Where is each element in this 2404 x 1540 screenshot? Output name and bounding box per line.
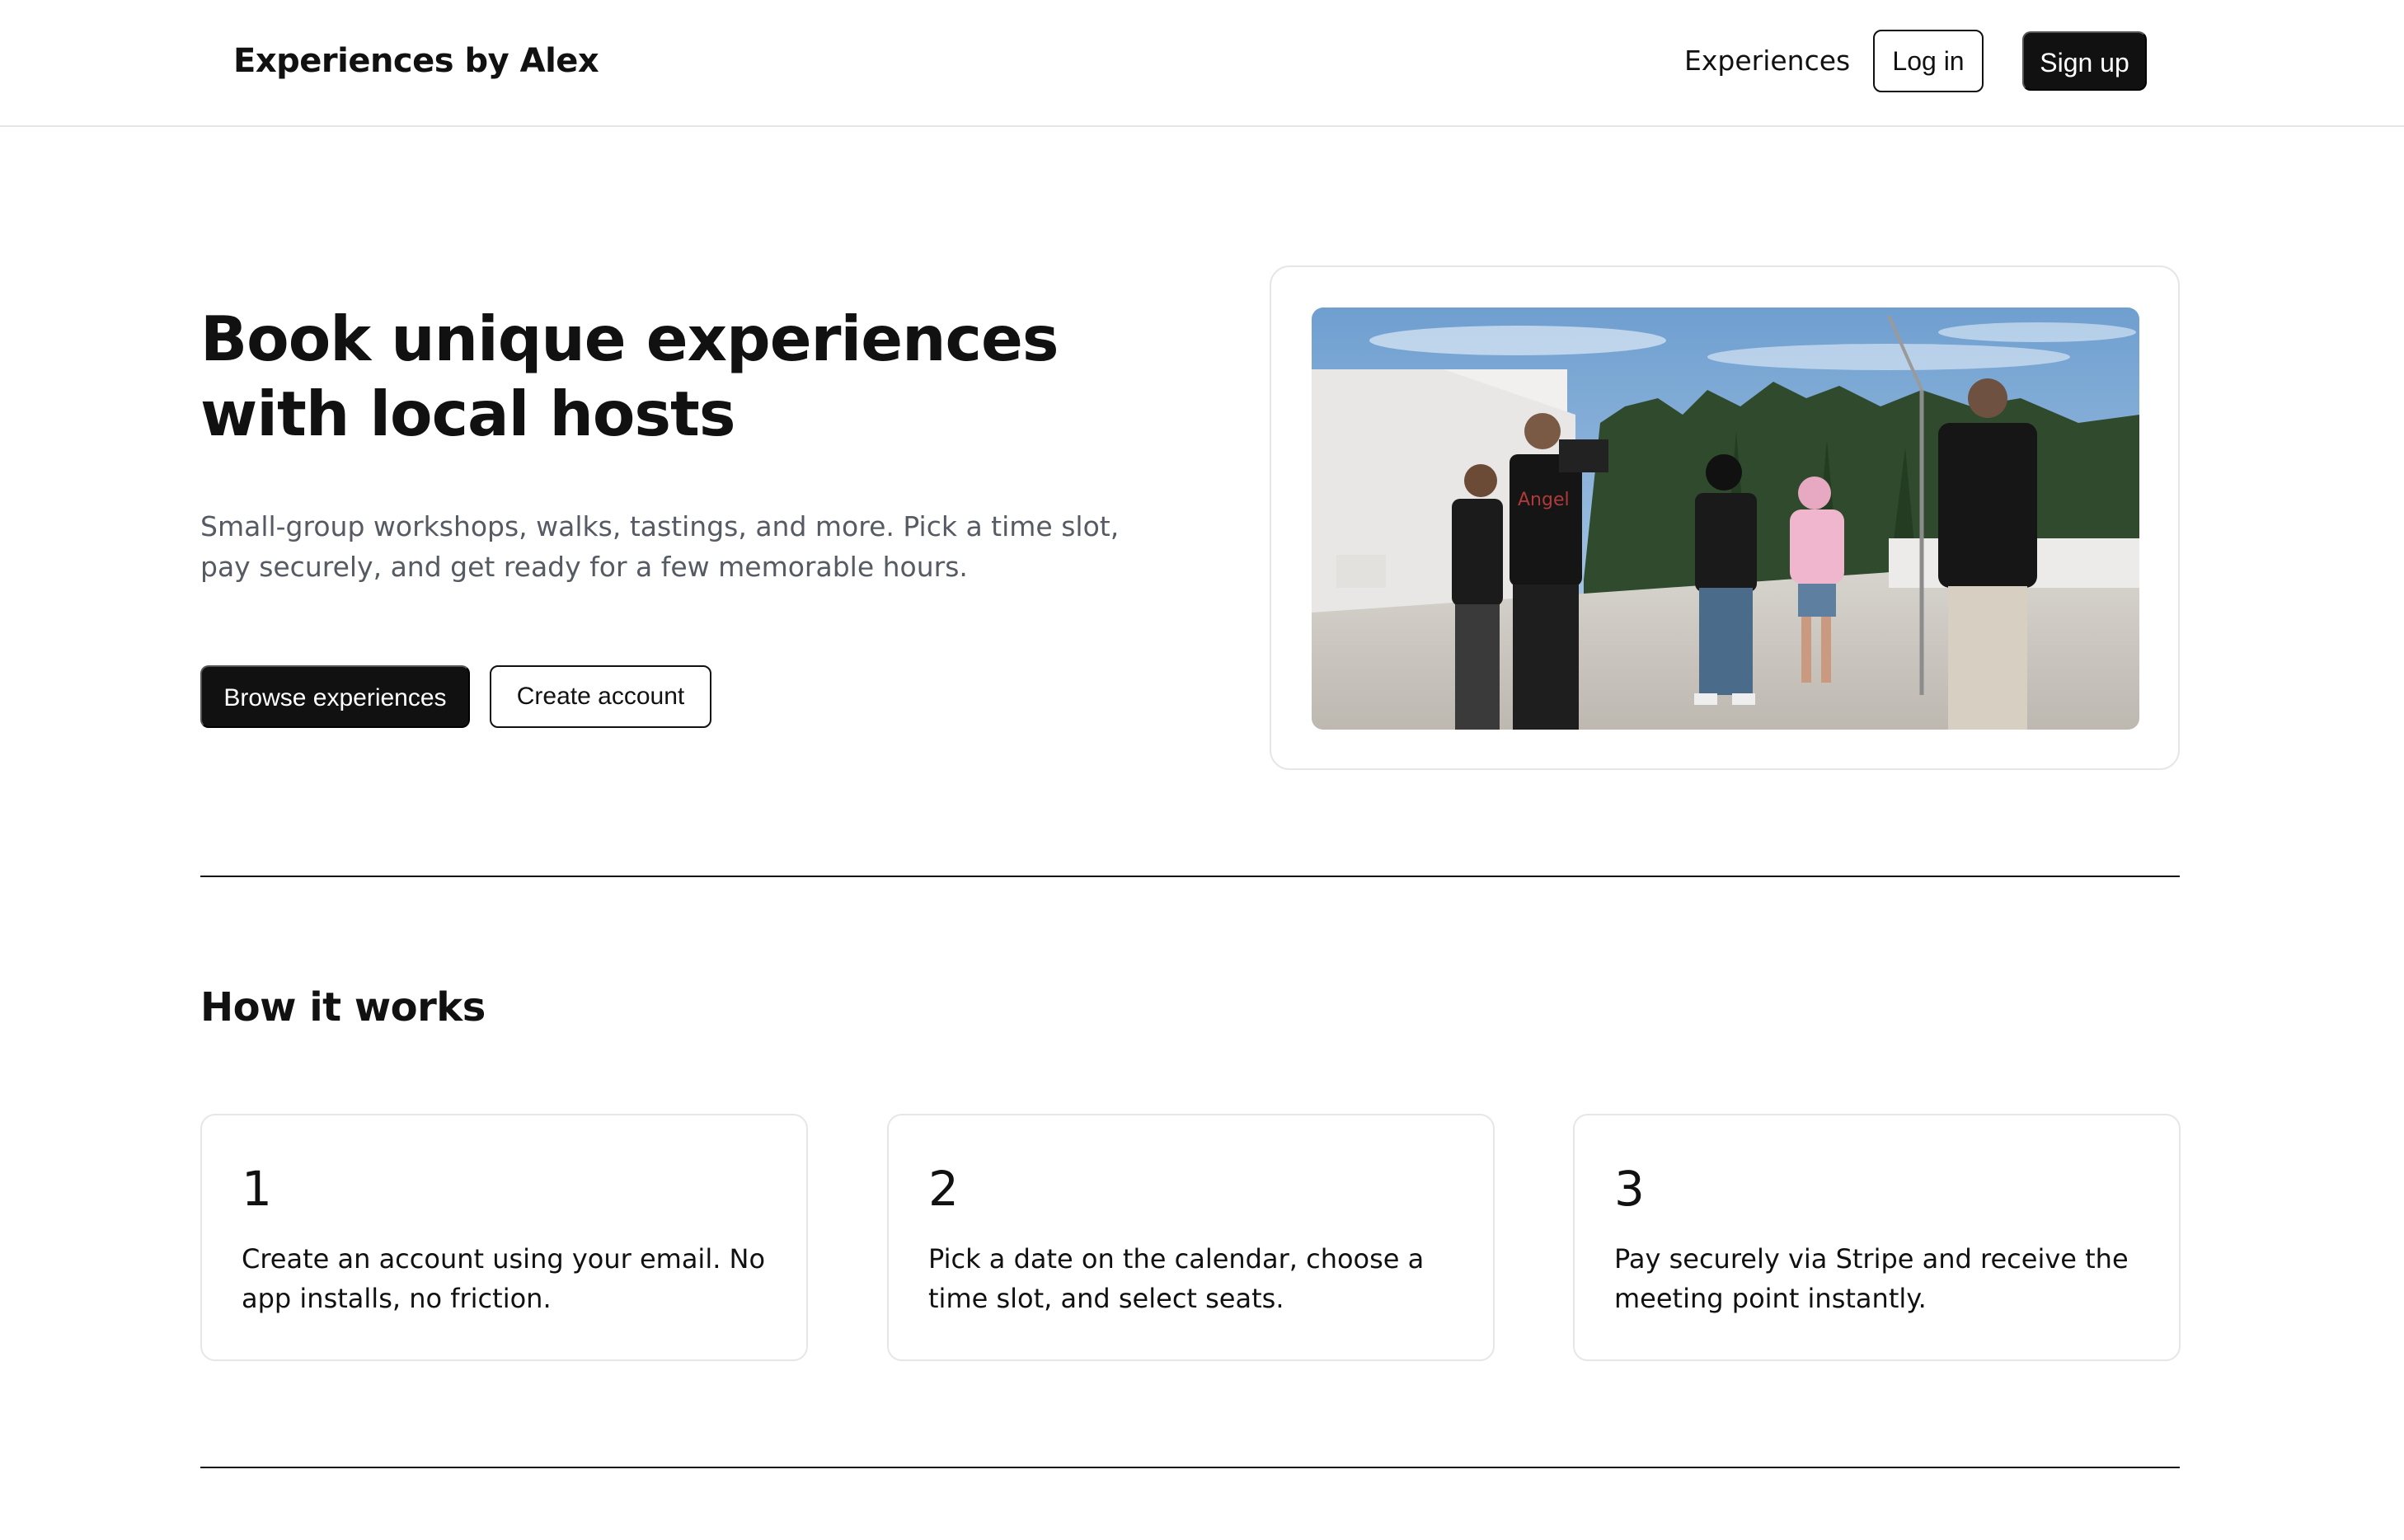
step-card: 1 Create an account using your email. No… (200, 1114, 808, 1361)
signup-button[interactable]: Sign up (2022, 31, 2147, 91)
step-number: 1 (242, 1161, 272, 1217)
create-account-button[interactable]: Create account (490, 665, 711, 728)
nav-link-experiences[interactable]: Experiences (1684, 43, 1850, 79)
step-number: 3 (1614, 1161, 1645, 1217)
step-card: 2 Pick a date on the calendar, choose a … (887, 1114, 1495, 1361)
step-number: 2 (928, 1161, 959, 1217)
how-it-works-title: How it works (200, 984, 486, 1031)
section-divider (200, 876, 2180, 877)
step-description: Create an account using your email. No a… (242, 1243, 766, 1314)
browse-experiences-button[interactable]: Browse experiences (200, 665, 470, 728)
login-button[interactable]: Log in (1873, 30, 1984, 92)
hero-subtitle: Small-group workshops, walks, tastings, … (200, 510, 1120, 583)
shirt-print-text: Angel (1518, 490, 1570, 510)
hero-title: Book unique experiences with local hosts (200, 303, 1059, 450)
step-description: Pay securely via Stripe and receive the … (1614, 1243, 2129, 1314)
hero-image-card: Angel (1270, 265, 2180, 770)
section-divider (200, 1467, 2180, 1468)
step-description: Pick a date on the calendar, choose a ti… (928, 1243, 1425, 1314)
top-navbar: Experiences by Alex Experiences Log in S… (0, 0, 2404, 127)
rooftop-photoshoot-image: Angel (1312, 308, 2139, 730)
brand-logo[interactable]: Experiences by Alex (233, 40, 599, 82)
step-card: 3 Pay securely via Stripe and receive th… (1573, 1114, 2181, 1361)
hero-photo: Angel (1312, 308, 2139, 730)
